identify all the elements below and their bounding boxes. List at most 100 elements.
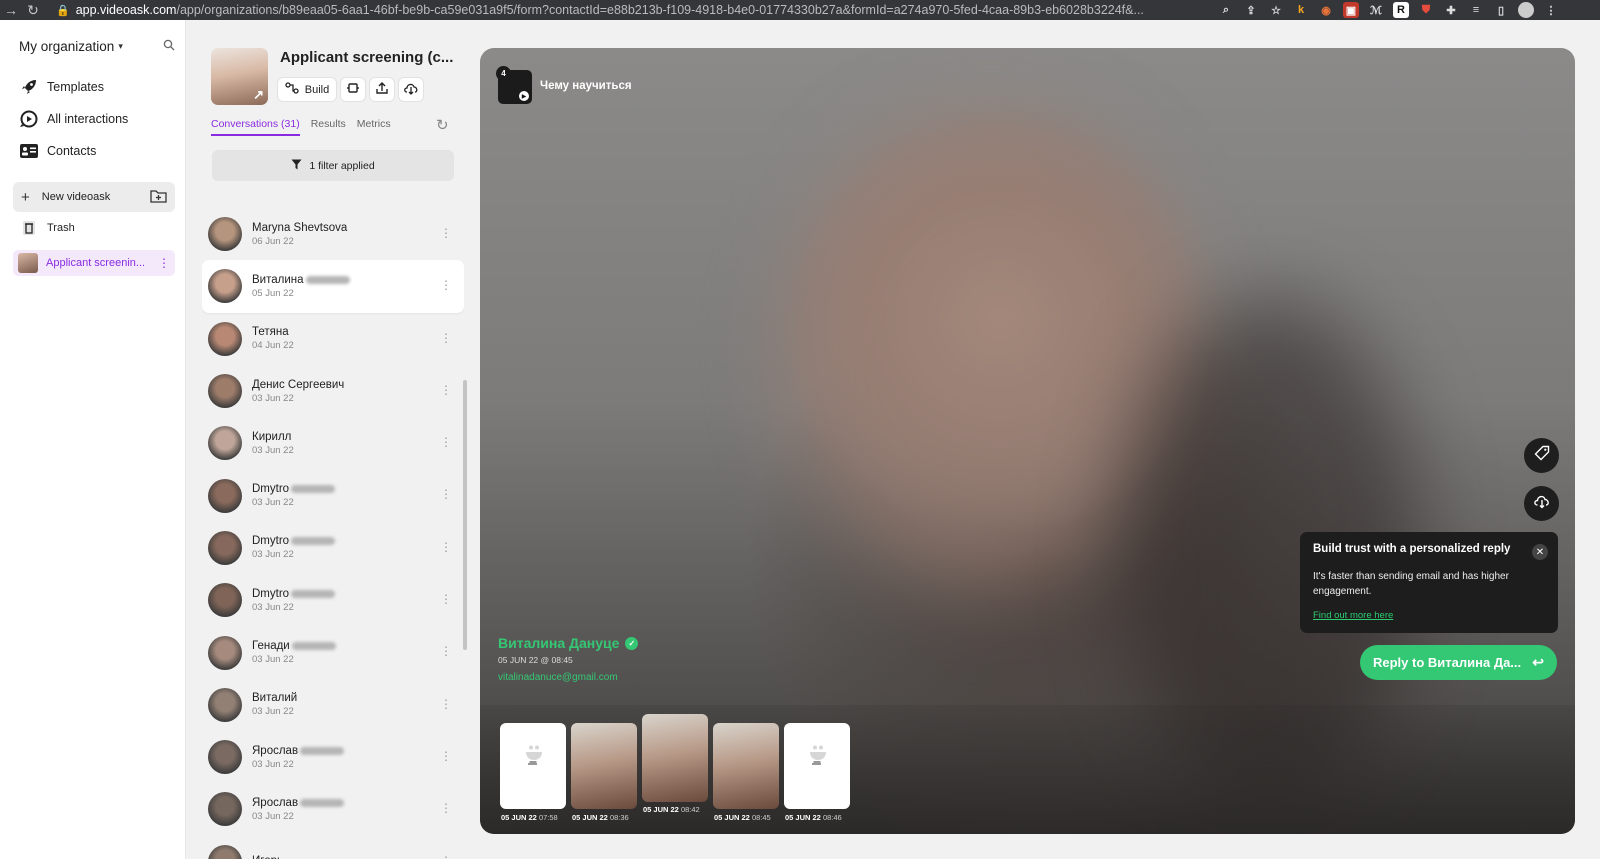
sidebar-item-applicant-screening[interactable]: Applicant screenin... ⋮ <box>13 250 175 276</box>
conversation-row[interactable]: Dmytro 03 Jun 22 ⋮ <box>202 469 464 521</box>
org-switcher[interactable]: My organization ▾ <box>19 39 175 54</box>
reload-icon[interactable]: ↻ <box>22 2 44 19</box>
sidebar-item-trash[interactable]: Trash <box>18 220 75 236</box>
conversation-row[interactable]: Тетяна 04 Jun 22 ⋮ <box>202 313 464 365</box>
queue-icon[interactable]: ≡ <box>1468 2 1484 18</box>
sidebar-item-all-interactions[interactable]: All interactions <box>18 109 128 129</box>
conversation-row[interactable]: Dmytro 03 Jun 22 ⋮ <box>202 574 464 626</box>
extension-orange-icon[interactable]: ◉ <box>1318 2 1334 18</box>
extension-k-icon[interactable]: k <box>1293 2 1309 18</box>
more-vertical-icon[interactable]: ⋮ <box>440 540 452 554</box>
extension-red-icon[interactable]: ▣ <box>1343 2 1359 18</box>
more-vertical-icon[interactable]: ⋮ <box>440 487 452 501</box>
extension-shield-icon[interactable]: ⛊ <box>1418 2 1434 18</box>
contact-email[interactable]: vitalinadanuce@gmail.com <box>498 672 618 683</box>
more-vertical-icon[interactable]: ⋮ <box>440 226 452 240</box>
more-vertical-icon[interactable]: ⋮ <box>440 331 452 345</box>
answer-timestamp: 05 JUN 22 08:45 <box>714 813 771 822</box>
conversation-row[interactable]: Ярослав 03 Jun 22 ⋮ <box>202 731 464 783</box>
tab-metrics[interactable]: Metrics <box>357 118 391 136</box>
org-name: My organization <box>19 39 115 54</box>
reply-button[interactable]: Reply to Виталина Да... ↩ <box>1360 645 1557 680</box>
tooltip-body: It's faster than sending email and has h… <box>1313 571 1509 597</box>
conversation-name: Dmytro <box>252 535 336 547</box>
answer-timestamp: 05 JUN 22 08:42 <box>643 805 700 814</box>
video-answer-thumbnail[interactable] <box>642 714 708 802</box>
more-vertical-icon[interactable]: ⋮ <box>440 854 452 859</box>
video-answer-thumbnail[interactable] <box>571 723 637 809</box>
form-title: Applicant screening (c... <box>280 49 454 66</box>
conversation-row[interactable]: Денис Сергеевич 03 Jun 22 ⋮ <box>202 365 464 417</box>
chevron-down-icon: ▾ <box>118 41 123 51</box>
star-icon[interactable]: ☆ <box>1268 2 1284 18</box>
zoom-icon[interactable]: ⌕ <box>1218 2 1234 18</box>
menu-kebab-icon[interactable]: ⋮ <box>1543 2 1559 18</box>
more-vertical-icon[interactable]: ⋮ <box>440 592 452 606</box>
tab-results[interactable]: Results <box>311 118 346 136</box>
video-player[interactable]: 4 ▶ Чему научиться Build trust with a pe… <box>480 48 1575 834</box>
conversation-row[interactable]: Игорь ⋮ <box>202 836 464 859</box>
more-vertical-icon[interactable]: ⋮ <box>440 383 452 397</box>
browser-toolbar: → ↻ 🔒 app.videoask.com/app/organizations… <box>0 0 1600 20</box>
new-folder-icon[interactable] <box>150 189 167 206</box>
reply-arrow-icon: ↩ <box>1532 654 1544 670</box>
conversation-name: Игорь <box>252 855 283 859</box>
video-answer-thumbnail[interactable] <box>713 723 779 809</box>
conversation-row[interactable]: Ярослав 03 Jun 22 ⋮ <box>202 783 464 835</box>
text-answer-thumbnail[interactable] <box>500 723 566 809</box>
conversation-row[interactable]: Maryna Shevtsova 06 Jun 22 ⋮ <box>202 208 464 260</box>
conversation-row[interactable]: Dmytro 03 Jun 22 ⋮ <box>202 522 464 574</box>
conversations-panel: ↗ Applicant screening (c... Build Conver… <box>186 20 476 859</box>
preview-button[interactable] <box>341 78 365 101</box>
conversation-row[interactable]: Виталий 03 Jun 22 ⋮ <box>202 679 464 731</box>
form-cover-thumbnail[interactable]: ↗ <box>211 48 268 105</box>
avatar <box>208 269 242 304</box>
more-vertical-icon[interactable]: ⋮ <box>158 256 170 270</box>
conversation-date: 03 Jun 22 <box>252 758 294 770</box>
profile-avatar[interactable] <box>1518 2 1534 18</box>
conversation-name: Генади <box>252 640 336 652</box>
filter-button[interactable]: 1 filter applied <box>212 150 454 181</box>
more-vertical-icon[interactable]: ⋮ <box>440 278 452 292</box>
extension-r-icon[interactable]: R <box>1393 2 1409 18</box>
extension-feather-icon[interactable]: ℳ <box>1368 2 1384 18</box>
conversation-name: Денис Сергеевич <box>252 378 345 391</box>
conversation-row[interactable]: Генади 03 Jun 22 ⋮ <box>202 626 464 678</box>
more-vertical-icon[interactable]: ⋮ <box>440 644 452 658</box>
share-button[interactable] <box>370 78 394 101</box>
share-icon[interactable]: ⇪ <box>1243 2 1259 18</box>
contact-name[interactable]: Виталина Дануце ✓ <box>498 635 639 651</box>
sidepanel-icon[interactable]: ▯ <box>1493 2 1509 18</box>
more-vertical-icon[interactable]: ⋮ <box>440 749 452 763</box>
sidebar-item-contacts[interactable]: Contacts <box>18 141 96 161</box>
plus-icon: + <box>21 188 30 206</box>
search-icon[interactable] <box>163 39 175 54</box>
download-button[interactable] <box>399 78 423 101</box>
conversation-text: Dmytro 03 Jun 22 <box>252 535 336 560</box>
tab-conversations[interactable]: Conversations (31) <box>211 118 300 136</box>
more-vertical-icon[interactable]: ⋮ <box>440 435 452 449</box>
refresh-icon[interactable]: ↻ <box>436 116 449 134</box>
more-vertical-icon[interactable]: ⋮ <box>440 801 452 815</box>
tooltip-link[interactable]: Find out more here <box>1313 610 1545 621</box>
text-answer-thumbnail[interactable] <box>784 723 850 809</box>
contacts-icon <box>18 141 40 161</box>
more-vertical-icon[interactable]: ⋮ <box>440 697 452 711</box>
smiley-placeholder-icon <box>526 745 542 765</box>
back-icon[interactable]: → <box>0 2 22 18</box>
conversation-row[interactable]: Виталина 05 Jun 22 ⋮ <box>202 260 464 313</box>
close-icon[interactable]: ✕ <box>1532 544 1548 560</box>
download-video-button[interactable] <box>1524 486 1559 521</box>
new-videoask-button[interactable]: + New videoask <box>13 182 175 212</box>
tag-button[interactable] <box>1524 438 1559 473</box>
tag-icon <box>1534 445 1550 466</box>
puzzle-icon[interactable]: ✚ <box>1443 2 1459 18</box>
address-bar[interactable]: 🔒 app.videoask.com/app/organizations/b89… <box>56 0 1206 20</box>
avatar <box>208 374 242 409</box>
redacted-surname <box>291 641 336 650</box>
list-scrollbar[interactable] <box>463 380 467 650</box>
conversation-row[interactable]: Кирилл 03 Jun 22 ⋮ <box>202 417 464 469</box>
sidebar-item-templates[interactable]: Templates <box>18 77 104 97</box>
cloud-download-icon <box>403 81 419 98</box>
build-button[interactable]: Build <box>278 78 336 101</box>
